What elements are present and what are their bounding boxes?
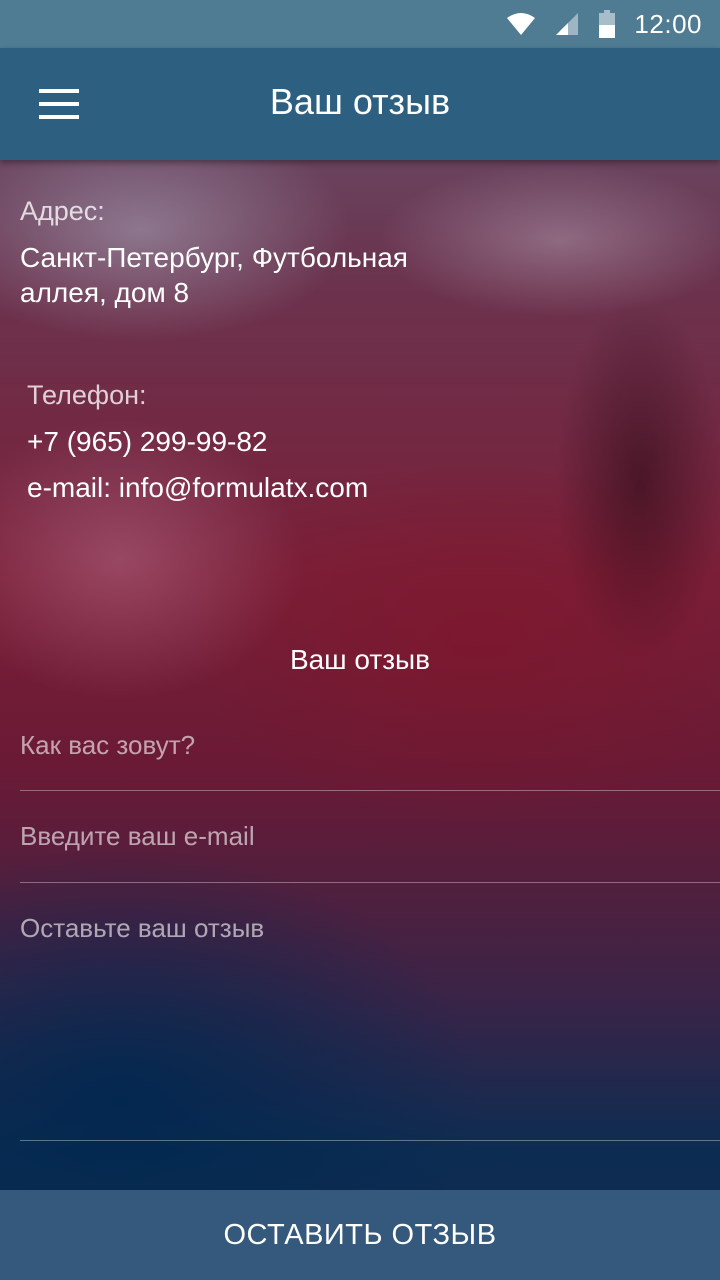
address-line-1: Санкт-Петербург, Футбольная xyxy=(20,242,408,273)
cellular-signal-icon xyxy=(554,11,580,37)
status-bar: 12:00 xyxy=(0,0,720,48)
status-icons: 12:00 xyxy=(506,0,702,48)
name-input[interactable] xyxy=(20,700,720,791)
hamburger-menu-icon[interactable] xyxy=(39,89,79,119)
address-line-2: аллея, дом 8 xyxy=(20,277,190,308)
form-title: Ваш отзыв xyxy=(289,644,431,675)
app-bar: Ваш отзыв xyxy=(0,48,720,160)
page-title: Ваш отзыв xyxy=(269,81,451,122)
battery-icon xyxy=(598,10,616,38)
phone-label: Телефон: xyxy=(27,380,147,410)
address-label: Адрес: xyxy=(20,196,105,226)
email-input[interactable] xyxy=(20,791,720,883)
menu-button[interactable] xyxy=(22,76,96,132)
submit-feedback-button[interactable]: ОСТАВИТЬ ОТЗЫВ xyxy=(0,1190,720,1280)
wifi-icon xyxy=(506,12,536,36)
status-time: 12:00 xyxy=(634,8,702,39)
phone-number[interactable]: +7 (965) 299-99-82 xyxy=(27,424,268,459)
email-address[interactable]: e-mail: info@formulatx.com xyxy=(27,470,368,505)
message-textarea[interactable] xyxy=(20,883,720,1141)
